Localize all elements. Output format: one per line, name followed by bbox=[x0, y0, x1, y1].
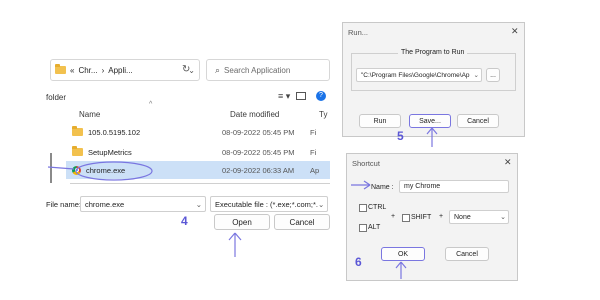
column-header-date[interactable]: Date modified bbox=[230, 110, 279, 119]
filename-input[interactable]: chrome.exe ⌄ bbox=[80, 196, 206, 212]
chevron-down-icon[interactable]: ⌄ bbox=[474, 71, 479, 79]
arrow-up-icon bbox=[228, 232, 242, 257]
file-date: 08-09-2022 05:45 PM bbox=[222, 127, 295, 137]
file-type: Fi bbox=[310, 127, 317, 137]
name-input[interactable]: my Chrome bbox=[399, 180, 509, 193]
search-input[interactable]: ⌕ Search Application bbox=[206, 59, 330, 81]
close-icon[interactable]: ✕ bbox=[511, 26, 519, 37]
file-name: 105.0.5195.102 bbox=[88, 127, 141, 137]
plus-sign: + bbox=[439, 213, 444, 220]
view-menu-icon[interactable]: ≡ ▾ bbox=[278, 91, 290, 102]
sort-arrow-icon: ^ bbox=[149, 101, 153, 108]
address-bar[interactable]: « Chr... › Appli... ⌄ bbox=[50, 59, 200, 81]
refresh-icon[interactable]: ↻ bbox=[182, 64, 190, 75]
search-placeholder: Search Application bbox=[224, 65, 291, 75]
breadcrumb-separator: › bbox=[101, 65, 105, 75]
breadcrumb-item[interactable]: Appli... bbox=[108, 66, 132, 75]
ctrl-label: CTRL bbox=[368, 204, 387, 211]
run-dialog: Run... ✕ The Program to Run "C:\Program … bbox=[342, 22, 525, 137]
preview-pane-icon[interactable] bbox=[296, 92, 306, 100]
breadcrumb-item[interactable]: Chr... bbox=[78, 66, 97, 75]
cancel-button[interactable]: Cancel bbox=[274, 214, 330, 230]
alt-checkbox[interactable] bbox=[359, 224, 367, 232]
file-date: 08-09-2022 05:45 PM bbox=[222, 147, 295, 157]
program-path-value: "C:\Program Files\Google\Chrome\Ap bbox=[361, 71, 470, 79]
key-select[interactable]: None ⌄ bbox=[449, 210, 509, 224]
plus-sign: + bbox=[391, 213, 396, 220]
run-button[interactable]: Run bbox=[359, 114, 401, 128]
annotation-ellipse bbox=[47, 161, 153, 181]
folder-icon bbox=[55, 64, 66, 74]
file-type: Fi bbox=[310, 147, 317, 157]
sidebar-item-folder[interactable]: folder bbox=[46, 93, 66, 102]
file-open-dialog: « Chr... › Appli... ⌄ ↻ ⌕ Search Applica… bbox=[46, 55, 330, 235]
chevron-down-icon[interactable]: ⌄ bbox=[500, 213, 506, 221]
dialog-title: Shortcut bbox=[352, 159, 380, 168]
ok-button[interactable]: OK bbox=[381, 247, 425, 261]
column-header-type[interactable]: Ty bbox=[319, 110, 327, 119]
arrow-up-icon bbox=[426, 127, 438, 147]
close-icon[interactable]: ✕ bbox=[504, 157, 512, 168]
step-number-5: 5 bbox=[397, 129, 404, 143]
group-title: The Program to Run bbox=[398, 49, 468, 56]
step-number-4: 4 bbox=[181, 214, 188, 228]
filename-label: File name: bbox=[46, 200, 82, 209]
file-type: Ap bbox=[310, 165, 320, 175]
key-value: None bbox=[454, 213, 471, 221]
name-value: my Chrome bbox=[404, 183, 441, 190]
filetype-value: Executable file : (*.exe;*.com;*. bbox=[215, 199, 318, 209]
program-path-select[interactable]: "C:\Program Files\Google\Chrome\Ap ⌄ bbox=[356, 68, 482, 82]
chevron-down-icon[interactable]: ⌄ bbox=[318, 200, 324, 209]
dialog-title: Run... bbox=[348, 28, 369, 37]
open-button[interactable]: Open bbox=[214, 214, 270, 230]
cancel-button[interactable]: Cancel bbox=[445, 247, 489, 261]
arrow-up-icon bbox=[395, 261, 407, 279]
alt-label: ALT bbox=[368, 224, 381, 231]
list-item[interactable]: 105.0.5195.102 08-09-2022 05:45 PM Fi bbox=[66, 123, 330, 141]
filename-value: chrome.exe bbox=[85, 199, 125, 209]
shortcut-dialog: Shortcut ✕ Name : my Chrome CTRL ALT + S… bbox=[346, 153, 518, 281]
name-label: Name : bbox=[371, 184, 394, 191]
column-header-name[interactable]: Name bbox=[79, 110, 100, 119]
search-icon: ⌕ bbox=[215, 64, 221, 75]
arrow-right-icon bbox=[351, 180, 371, 190]
filetype-select[interactable]: Executable file : (*.exe;*.com;*. ⌄ bbox=[210, 196, 328, 212]
chevron-down-icon[interactable]: ⌄ bbox=[196, 200, 202, 209]
shift-label: SHIFT bbox=[411, 214, 432, 221]
breadcrumb-back: « bbox=[70, 65, 75, 75]
file-date: 02-09-2022 06:33 AM bbox=[222, 165, 295, 175]
cancel-button[interactable]: Cancel bbox=[457, 114, 499, 128]
step-number-6: 6 bbox=[355, 255, 362, 269]
help-icon[interactable]: ? bbox=[316, 91, 326, 101]
browse-button[interactable]: ... bbox=[486, 68, 500, 82]
shift-checkbox[interactable] bbox=[402, 214, 410, 222]
ctrl-checkbox[interactable] bbox=[359, 204, 367, 212]
folder-icon bbox=[72, 126, 83, 136]
